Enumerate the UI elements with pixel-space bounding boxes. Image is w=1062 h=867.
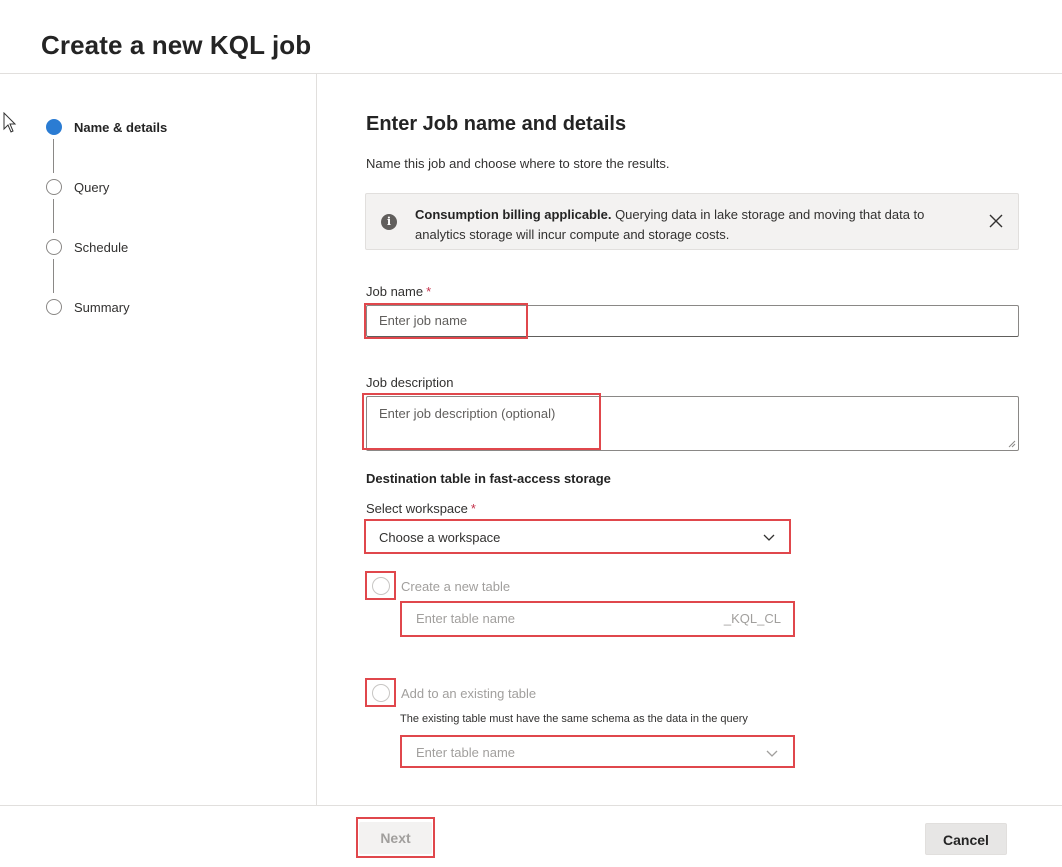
step-label: Schedule <box>74 239 129 255</box>
destination-heading: Destination table in fast-access storage <box>366 471 611 486</box>
table-suffix: _KQL_CL <box>723 611 781 626</box>
existing-table-label: Add to an existing table <box>401 686 537 701</box>
workspace-label-text: Select workspace <box>366 501 468 516</box>
step-schedule[interactable]: Schedule <box>46 239 128 255</box>
header-divider <box>0 73 1062 74</box>
section-heading: Enter Job name and details <box>366 113 627 135</box>
info-icon: i <box>381 214 397 230</box>
existing-table-placeholder: Enter table name <box>416 745 516 760</box>
existing-table-radio[interactable] <box>372 684 390 702</box>
job-description-placeholder: Enter job description (optional) <box>379 406 556 421</box>
job-name-label-text: Job name <box>366 284 424 299</box>
workspace-dropdown[interactable]: Choose a workspace <box>366 522 788 552</box>
existing-table-dropdown[interactable]: Enter table name <box>403 739 791 765</box>
billing-banner: i Consumption billing applicable. Queryi… <box>365 193 1019 250</box>
chevron-down-icon <box>766 750 778 757</box>
step-label: Summary <box>74 299 130 315</box>
chevron-down-icon <box>763 534 775 541</box>
step-indicator <box>46 299 62 315</box>
new-table-name-placeholder: Enter table name <box>416 611 516 626</box>
mouse-cursor-icon <box>3 112 17 133</box>
step-indicator <box>46 179 62 195</box>
create-new-table-radio[interactable] <box>372 577 390 595</box>
required-marker: * <box>426 284 432 299</box>
job-description-textarea[interactable]: Enter job description (optional) <box>366 396 1019 451</box>
job-name-placeholder: Enter job name <box>379 313 468 328</box>
create-kql-job-page: Create a new KQL job Name & details Quer… <box>0 0 1062 867</box>
required-marker: * <box>470 501 476 516</box>
page-title: Create a new KQL job <box>41 30 312 60</box>
step-active-indicator <box>46 119 62 135</box>
job-name-label: Job name * <box>366 284 431 299</box>
step-label: Query <box>74 179 110 195</box>
close-icon[interactable] <box>986 211 1006 231</box>
resize-handle-icon[interactable] <box>1008 440 1016 448</box>
workspace-placeholder: Choose a workspace <box>379 530 501 545</box>
banner-message: Consumption billing applicable. Querying… <box>415 205 975 245</box>
footer-divider <box>0 805 1062 806</box>
create-new-table-label: Create a new table <box>401 579 511 594</box>
existing-table-hint: The existing table must have the same sc… <box>400 713 748 725</box>
section-subheading: Name this job and choose where to store … <box>366 156 670 171</box>
workspace-label: Select workspace * <box>366 501 476 516</box>
pane-divider <box>316 74 317 805</box>
banner-bold-text: Consumption billing applicable. <box>415 207 612 222</box>
cancel-button[interactable]: Cancel <box>925 823 1007 855</box>
job-description-label: Job description <box>366 375 454 390</box>
step-connector <box>53 139 54 173</box>
step-connector <box>53 259 54 293</box>
step-indicator <box>46 239 62 255</box>
next-button[interactable]: Next <box>359 822 432 854</box>
step-query[interactable]: Query <box>46 179 109 195</box>
job-name-input[interactable]: Enter job name <box>366 305 1019 337</box>
step-label: Name & details <box>74 119 168 135</box>
step-connector <box>53 199 54 233</box>
new-table-name-input[interactable]: Enter table name _KQL_CL <box>403 605 791 633</box>
step-summary[interactable]: Summary <box>46 299 130 315</box>
step-name-details[interactable]: Name & details <box>46 119 167 135</box>
